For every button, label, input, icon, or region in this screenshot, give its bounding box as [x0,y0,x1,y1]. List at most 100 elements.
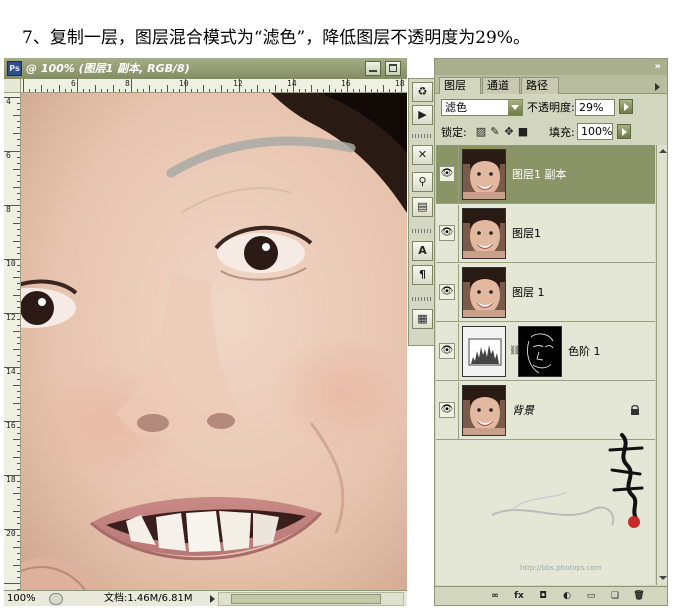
ruler-tick [17,163,20,164]
scrollbar-thumb[interactable] [231,594,381,604]
character-icon[interactable]: A [412,241,433,261]
layer-thumbnail[interactable] [462,267,506,318]
document-titlebar[interactable]: Ps @ 100% (图层1 副本, RGB/8) [4,58,407,79]
ruler-tick [17,391,20,392]
eye-icon[interactable]: 👁 [439,225,455,241]
horizontal-scrollbar[interactable] [218,592,404,606]
eye-icon[interactable]: 👁 [439,166,455,182]
vertical-ruler[interactable]: 4 6 8 10 12 14 16 18 20 [4,93,21,590]
panel-header-bar[interactable]: » [435,59,667,75]
status-options-icon[interactable] [49,593,63,605]
layer-mask-thumb[interactable] [518,326,562,377]
ruler-tick [17,559,20,560]
layer-row[interactable]: 👁 ⛓ 色阶 1 [436,323,655,381]
layer-comps-icon[interactable]: ▤ [412,197,433,217]
ruler-tick [281,89,282,92]
eye-icon[interactable]: 👁 [439,343,455,359]
layer-name[interactable]: 色阶 1 [568,344,601,360]
tab-channels[interactable]: 通道 [482,77,520,94]
minimize-button[interactable] [365,61,381,76]
ruler-tick [17,577,20,578]
fill-input[interactable]: 100% [577,123,613,140]
eye-icon[interactable]: 👁 [439,284,455,300]
play-action-icon[interactable]: ▶ [412,105,433,125]
eye-icon[interactable]: 👁 [439,402,455,418]
zoom-level[interactable]: 100% [7,592,36,606]
tab-paths[interactable]: 路径 [521,77,559,94]
ruler-tick [17,271,20,272]
tab-layers[interactable]: 图层✕ [439,77,481,108]
ruler-tick [149,85,150,92]
ruler-tick [17,433,20,434]
ruler-tick [17,499,20,500]
maximize-button[interactable] [385,61,401,76]
ruler-tick [17,337,20,338]
paragraph-icon[interactable]: ¶ [412,265,433,285]
layer-name[interactable]: 图层 1 [512,285,545,301]
tab-label: 路径 [526,79,548,92]
layer-thumbnail[interactable] [462,149,506,200]
ruler-tick [257,85,258,92]
ruler-tick [365,85,366,92]
mask-link-icon[interactable]: ⛓ [509,345,520,357]
horizontal-ruler[interactable]: 68101214161820 [21,79,407,93]
ruler-tick [269,89,270,92]
notes-icon[interactable]: ▦ [412,309,433,329]
layer-mask-thumbnail [519,327,561,376]
ruler-origin[interactable] [4,79,21,93]
link-layers-icon[interactable]: ∞ [487,589,503,603]
ruler-tick [143,89,144,92]
panel-menu-button[interactable] [649,79,663,91]
fill-label: 填充: [549,126,575,139]
ruler-tick [17,265,20,266]
layer-name[interactable]: 图层1 [512,226,541,242]
ruler-tick [17,571,20,572]
ruler-tick [137,89,138,92]
ruler-tick [13,457,20,458]
new-layer-icon[interactable]: ❏ [607,589,623,603]
scroll-up-icon[interactable] [658,147,667,156]
layer-name[interactable]: 图层1 副本 [512,167,567,183]
adjustment-layer-icon[interactable]: ◐ [559,589,575,603]
panel-dock-strip: ♻ ▶ ✕ ⚲ ▤ A ¶ ▦ [408,78,436,346]
panel-grip[interactable] [412,134,432,138]
layer-thumbnail[interactable] [462,326,506,377]
panel-grip[interactable] [412,297,432,301]
status-menu-arrow-icon[interactable] [210,595,215,603]
opacity-slider-button[interactable] [619,99,633,114]
delete-layer-icon[interactable]: 🗑 [631,589,647,603]
ruler-tick [17,517,20,518]
layer-row[interactable]: 👁 图层1 [436,205,655,263]
fill-slider-button[interactable] [617,124,631,139]
lock-all-icon[interactable]: ■ [517,125,529,138]
clone-source-icon[interactable]: ⚲ [412,172,433,192]
tools-icon[interactable]: ✕ [412,145,433,165]
layer-row[interactable]: 👁 背景 [436,382,655,440]
history-brush-icon[interactable]: ♻ [412,82,433,102]
layer-thumbnail[interactable] [462,385,506,436]
lock-image-icon[interactable]: ✎ [489,125,501,138]
ruler-tick [263,89,264,92]
ruler-tick [17,553,20,554]
layer-name[interactable]: 背景 [512,403,534,419]
panel-tabs: 图层✕ 通道 路径 [435,75,667,108]
lock-transparency-icon[interactable]: ▨ [475,125,487,138]
scroll-down-icon[interactable] [658,574,667,583]
layer-row[interactable]: 👁 图层 1 [436,264,655,322]
chevron-down-icon[interactable] [508,100,522,115]
blend-mode-select[interactable]: 滤色 [441,99,523,116]
layer-mask-icon[interactable]: ◘ [535,589,551,603]
layer-style-icon[interactable]: fx [511,589,527,603]
image-canvas[interactable] [21,93,407,590]
panel-grip[interactable] [412,229,432,233]
opacity-input[interactable]: 29% [575,99,615,116]
ruler-tick [167,85,168,92]
lock-position-icon[interactable]: ✥ [503,125,515,138]
ruler-tick [13,295,20,296]
layer-row[interactable]: 👁 图层1 副本 [436,146,655,204]
layer-thumbnail[interactable] [462,208,506,259]
new-group-icon[interactable]: ▭ [583,589,599,603]
ruler-tick [13,277,20,278]
layers-scrollbar[interactable] [656,145,667,585]
collapse-panel-icon[interactable]: » [655,61,661,73]
